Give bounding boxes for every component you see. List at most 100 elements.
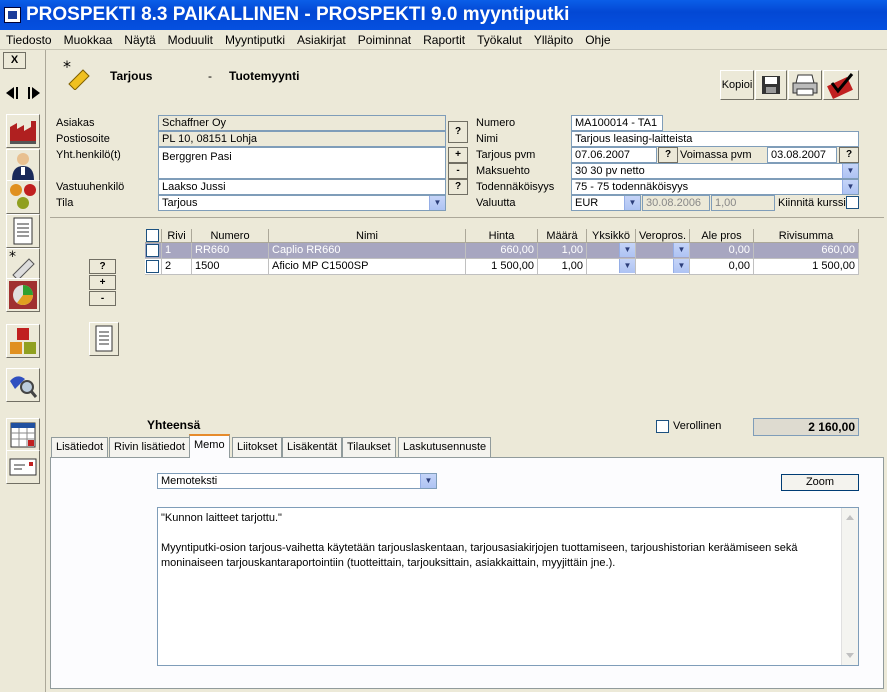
customer-lookup-button[interactable]: ?: [448, 121, 468, 143]
remove-row-button[interactable]: -: [89, 291, 116, 306]
row-ale[interactable]: 0,00: [690, 243, 754, 259]
offer-date-picker-button[interactable]: ?: [658, 147, 678, 163]
nav-arrows-icon[interactable]: [4, 84, 42, 102]
search-button[interactable]: [6, 368, 40, 402]
offer-date-field[interactable]: 07.06.2007: [571, 147, 657, 163]
menu-ohje[interactable]: Ohje: [579, 30, 616, 49]
tab-rivin-lisatiedot[interactable]: Rivin lisätiedot: [109, 437, 190, 457]
row-checkbox[interactable]: [146, 244, 159, 257]
probability-select[interactable]: 75 - 75 todennäköisyys ▼: [571, 179, 859, 195]
modules-button[interactable]: [6, 324, 40, 358]
menu-poiminnat[interactable]: Poiminnat: [352, 30, 417, 49]
responsible-field[interactable]: Laakso Jussi: [158, 179, 446, 195]
valid-until-field[interactable]: 03.08.2007: [767, 147, 837, 163]
tab-liitokset[interactable]: Liitokset: [232, 437, 283, 457]
row-veropros-select[interactable]: ▼: [636, 259, 690, 275]
payment-terms-label: Maksuehto: [476, 165, 530, 177]
chevron-down-icon[interactable]: ▼: [673, 243, 689, 257]
row-veropros-select[interactable]: ▼: [636, 243, 690, 259]
col-header-maara[interactable]: Määrä: [538, 229, 587, 243]
col-header-ale[interactable]: Ale pros: [690, 229, 754, 243]
menu-tyokalut[interactable]: Työkalut: [471, 30, 528, 49]
col-header-yksikko[interactable]: Yksikkö: [587, 229, 636, 243]
status-select[interactable]: Tarjous ▼: [158, 195, 446, 211]
chevron-down-icon[interactable]: ▼: [842, 180, 858, 194]
documents-button[interactable]: [6, 214, 40, 248]
lock-rate-checkbox[interactable]: [846, 196, 859, 209]
col-header-nimi[interactable]: Nimi: [269, 229, 466, 243]
tab-lisakentat[interactable]: Lisäkentät: [282, 437, 343, 457]
table-row[interactable]: 1 RR660 Caplio RR660 660,00 1,00 ▼ ▼ 0,0…: [145, 243, 859, 259]
row-nimi[interactable]: Aficio MP C1500SP: [269, 259, 466, 275]
col-header-rivi[interactable]: Rivi: [162, 229, 192, 243]
remove-contact-button[interactable]: -: [448, 163, 468, 179]
save-button[interactable]: [755, 70, 787, 100]
chevron-down-icon[interactable]: ▼: [619, 243, 635, 257]
row-ale[interactable]: 0,00: [690, 259, 754, 275]
table-row[interactable]: 2 1500 Aficio MP C1500SP 1 500,00 1,00 ▼…: [145, 259, 859, 275]
menu-raportit[interactable]: Raportit: [417, 30, 471, 49]
select-all-checkbox[interactable]: [146, 229, 159, 242]
row-hinta[interactable]: 1 500,00: [466, 259, 538, 275]
tab-laskutusennuste[interactable]: Laskutusennuste: [398, 437, 492, 457]
customer-field[interactable]: Schaffner Oy: [158, 115, 446, 131]
tab-memo[interactable]: Memo: [189, 434, 230, 458]
accept-button[interactable]: [823, 70, 859, 100]
col-header-veropros[interactable]: Veropros.: [636, 229, 690, 243]
memo-scrollbar[interactable]: [841, 508, 858, 665]
pipeline-button[interactable]: [6, 180, 40, 214]
row-document-button[interactable]: [89, 322, 119, 356]
menu-moduulit[interactable]: Moduulit: [162, 30, 219, 49]
row-yksikko-select[interactable]: ▼: [587, 259, 636, 275]
menu-muokkaa[interactable]: Muokkaa: [58, 30, 119, 49]
copy-button[interactable]: Kopioi: [720, 70, 754, 100]
contacts-field[interactable]: Berggren Pasi: [158, 147, 446, 179]
menu-nayta[interactable]: Näytä: [118, 30, 161, 49]
row-maara[interactable]: 1,00: [538, 259, 587, 275]
row-lookup-button[interactable]: ?: [89, 259, 116, 274]
chevron-down-icon[interactable]: ▼: [429, 196, 445, 210]
taxed-checkbox[interactable]: [656, 420, 669, 433]
postal-address-field[interactable]: PL 10, 08151 Lohja: [158, 131, 446, 147]
row-hinta[interactable]: 660,00: [466, 243, 538, 259]
menu-myyntiputki[interactable]: Myyntiputki: [219, 30, 291, 49]
col-header-hinta[interactable]: Hinta: [466, 229, 538, 243]
chevron-down-icon[interactable]: ▼: [842, 164, 858, 178]
chevron-down-icon[interactable]: ▼: [673, 259, 689, 273]
row-maara[interactable]: 1,00: [538, 243, 587, 259]
chevron-down-icon[interactable]: ▼: [420, 474, 436, 488]
row-yksikko-select[interactable]: ▼: [587, 243, 636, 259]
col-header-rivisumma[interactable]: Rivisumma: [754, 229, 859, 243]
add-contact-button[interactable]: +: [448, 147, 468, 163]
number-field[interactable]: MA100014 - TA1: [571, 115, 663, 131]
col-header-numero[interactable]: Numero: [192, 229, 269, 243]
contacts-button[interactable]: [6, 149, 40, 183]
menu-asiakirjat[interactable]: Asiakirjat: [291, 30, 352, 49]
print-button[interactable]: [788, 70, 822, 100]
currency-select[interactable]: EUR ▼: [571, 195, 641, 211]
memo-textarea[interactable]: "Kunnon laitteet tarjottu." Myyntiputki-…: [157, 507, 859, 666]
calendar-button[interactable]: [6, 418, 40, 452]
reports-button[interactable]: [6, 278, 40, 312]
companies-button[interactable]: [6, 114, 40, 148]
messages-button[interactable]: [6, 450, 40, 484]
row-checkbox[interactable]: [146, 260, 159, 273]
payment-terms-select[interactable]: 30 30 pv netto ▼: [571, 163, 859, 179]
responsible-lookup-button[interactable]: ?: [448, 179, 468, 195]
row-nimi[interactable]: Caplio RR660: [269, 243, 466, 259]
zoom-button[interactable]: Zoom: [781, 474, 859, 491]
offer-button[interactable]: *: [6, 248, 40, 282]
chevron-down-icon[interactable]: ▼: [619, 259, 635, 273]
name-field[interactable]: Tarjous leasing-laitteista: [571, 131, 859, 147]
row-numero[interactable]: RR660: [192, 243, 269, 259]
tab-tilaukset[interactable]: Tilaukset: [342, 437, 396, 457]
menu-tiedosto[interactable]: Tiedosto: [0, 30, 58, 49]
tab-lisatiedot[interactable]: Lisätiedot: [51, 437, 109, 457]
close-window-button[interactable]: X: [3, 52, 26, 69]
add-row-button[interactable]: +: [89, 275, 116, 290]
row-numero[interactable]: 1500: [192, 259, 269, 275]
valid-until-picker-button[interactable]: ?: [839, 147, 859, 163]
chevron-down-icon[interactable]: ▼: [624, 196, 640, 210]
memo-type-select[interactable]: Memoteksti ▼: [157, 473, 437, 489]
menu-yllapito[interactable]: Ylläpito: [528, 30, 579, 49]
